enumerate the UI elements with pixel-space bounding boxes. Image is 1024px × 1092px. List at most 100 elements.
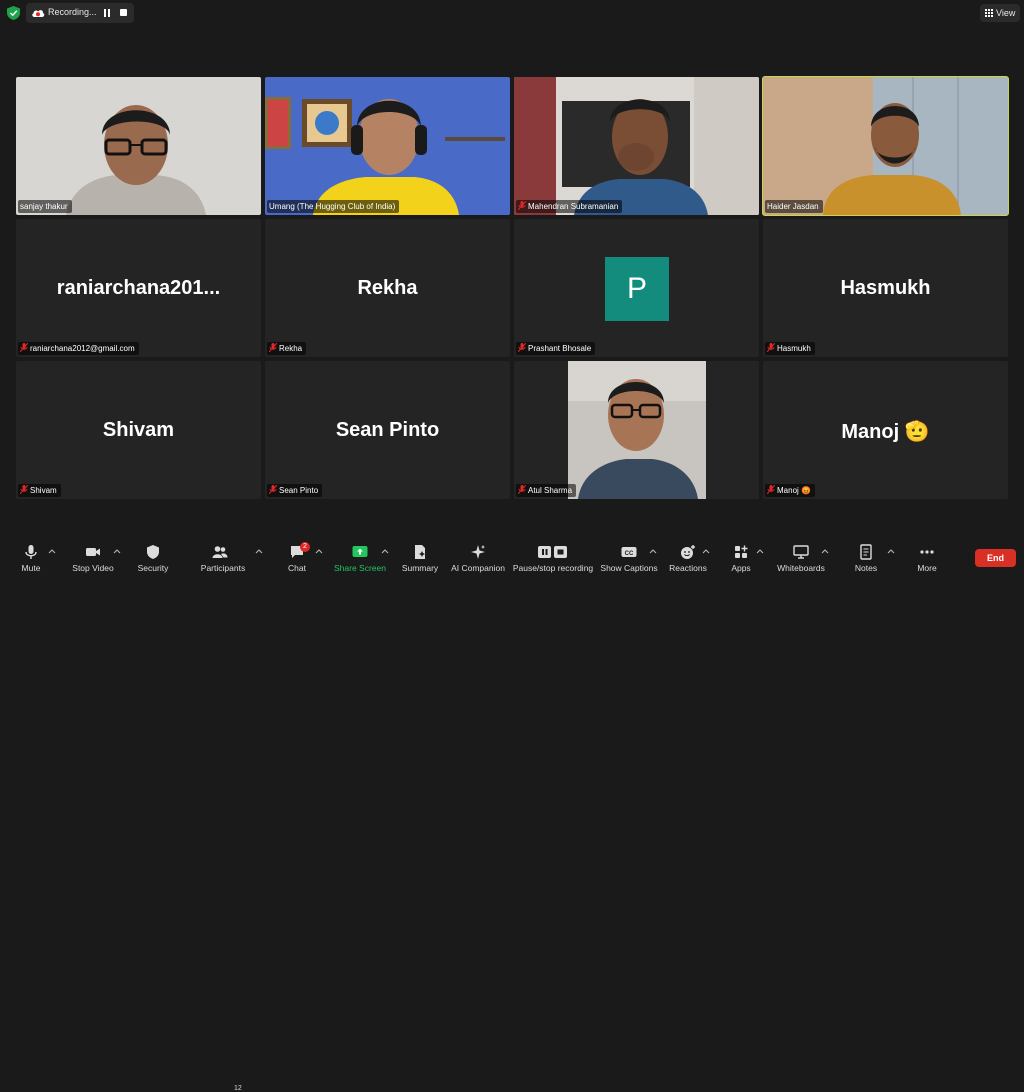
participant-video — [265, 77, 510, 215]
participant-name-tag: Hasmukh — [765, 342, 815, 355]
view-label: View — [996, 8, 1016, 18]
end-meeting-button[interactable]: End — [975, 549, 1016, 567]
top-bar: Recording... View — [0, 0, 1024, 26]
share-screen-icon — [352, 546, 368, 557]
stop-video-button[interactable]: Stop Video — [70, 538, 116, 576]
chevron-up-icon[interactable] — [315, 548, 323, 554]
stop-video-label: Stop Video — [72, 563, 114, 573]
participants-button[interactable]: Participants — [200, 538, 246, 576]
ai-companion-button[interactable]: AI Companion — [450, 538, 506, 576]
mute-label: Mute — [21, 563, 41, 573]
meeting-toolbar: Mute Stop Video Security Participants 12… — [0, 538, 1024, 1092]
chevron-up-icon[interactable] — [887, 548, 895, 554]
apps-button[interactable]: Apps — [724, 538, 758, 576]
participant-name-tag: Mahendran Subramanian — [516, 200, 623, 213]
video-tile-haider-jasdan[interactable]: Haider Jasdan — [762, 76, 1009, 216]
muted-mic-icon — [767, 485, 775, 494]
security-button[interactable]: Security — [134, 538, 172, 576]
participant-video — [763, 77, 1008, 215]
participant-name: Sean Pinto — [279, 486, 319, 495]
chevron-up-icon[interactable] — [381, 548, 389, 554]
summary-document-icon — [415, 545, 425, 559]
whiteboards-button[interactable]: Whiteboards — [774, 538, 828, 576]
apps-label: Apps — [731, 563, 751, 573]
svg-text:CC: CC — [625, 551, 634, 557]
cloud-record-icon — [32, 10, 45, 17]
more-button[interactable]: More — [910, 538, 944, 576]
view-button[interactable]: View — [980, 4, 1020, 22]
participant-name-tag: Haider Jasdan — [765, 200, 823, 213]
tile-hasmukh[interactable]: Hasmukh Hasmukh — [763, 219, 1008, 357]
notes-label: Notes — [854, 563, 878, 573]
participant-name-tag: Rekha — [267, 342, 307, 355]
tile-sean-pinto[interactable]: Sean Pinto Sean Pinto — [265, 361, 510, 499]
muted-mic-icon — [767, 343, 775, 352]
recording-label: Recording... — [48, 7, 97, 17]
muted-mic-icon — [269, 343, 277, 352]
show-captions-button[interactable]: CC Show Captions — [600, 538, 658, 576]
tile-prashant-bhosale[interactable]: P Prashant Bhosale — [514, 219, 759, 357]
recording-indicator[interactable]: Recording... — [26, 3, 134, 23]
muted-mic-icon — [518, 343, 526, 352]
notes-icon — [860, 544, 872, 560]
participant-video — [514, 77, 759, 215]
stop-recording-icon[interactable] — [120, 9, 127, 16]
security-label: Security — [137, 563, 169, 573]
tile-rekha[interactable]: Rekha Rekha — [265, 219, 510, 357]
chevron-up-icon[interactable] — [255, 548, 263, 554]
more-label: More — [917, 563, 937, 573]
participant-name-tag: Manoj 😡 — [765, 484, 815, 497]
reactions-button[interactable]: Reactions — [666, 538, 710, 576]
chevron-up-icon[interactable] — [48, 548, 56, 554]
participant-name: Manoj 😡 — [777, 486, 811, 495]
participant-name: Mahendran Subramanian — [528, 202, 619, 211]
more-dots-icon — [920, 550, 934, 554]
muted-mic-icon — [269, 485, 277, 494]
video-tile-mahendran[interactable]: Mahendran Subramanian — [514, 77, 759, 215]
video-tile-atul-sharma[interactable]: Atul Sharma — [514, 361, 759, 499]
pause-stop-recording-icon — [538, 546, 567, 558]
participants-label: Participants — [200, 563, 246, 573]
summary-button[interactable]: Summary — [400, 538, 440, 576]
pause-recording-icon[interactable] — [103, 9, 111, 17]
show-captions-label: Show Captions — [600, 563, 658, 573]
share-screen-button[interactable]: Share Screen — [334, 538, 386, 576]
smiley-plus-icon — [681, 545, 695, 559]
tile-manoj[interactable]: Manoj 🫡 Manoj 😡 — [763, 361, 1008, 499]
chat-unread-badge: 2 — [300, 542, 310, 552]
whiteboard-icon — [793, 545, 809, 559]
ai-companion-label: AI Companion — [451, 563, 505, 573]
participant-name: Shivam — [30, 486, 57, 495]
muted-mic-icon — [20, 485, 28, 494]
participant-name-tag: Shivam — [18, 484, 61, 497]
muted-mic-icon — [518, 201, 526, 210]
participant-name-tag: Prashant Bhosale — [516, 342, 596, 355]
video-camera-icon — [86, 548, 100, 556]
tile-shivam[interactable]: Shivam Shivam — [16, 361, 261, 499]
participant-name: Hasmukh — [777, 344, 811, 353]
pause-stop-recording-label: Pause/stop recording — [512, 563, 594, 573]
video-tile-sanjay-thakur[interactable]: sanjay thakur — [16, 77, 261, 215]
chevron-up-icon[interactable] — [756, 548, 764, 554]
tile-raniarchana[interactable]: raniarchana201... raniarchana2012@gmail.… — [16, 219, 261, 357]
participant-name-tag: raniarchana2012@gmail.com — [18, 342, 139, 355]
participant-video — [568, 361, 706, 499]
mute-button[interactable]: Mute — [12, 538, 50, 576]
shield-icon[interactable] — [7, 6, 20, 20]
microphone-icon — [25, 545, 37, 559]
chevron-up-icon[interactable] — [702, 548, 710, 554]
notes-button[interactable]: Notes — [848, 538, 884, 576]
chat-label: Chat — [288, 563, 306, 573]
participant-name-tag: Umang (The Hugging Club of India) — [267, 200, 400, 213]
video-tile-umang[interactable]: Umang (The Hugging Club of India) — [265, 77, 510, 215]
grid-view-icon — [985, 9, 993, 17]
chevron-up-icon[interactable] — [649, 548, 657, 554]
chevron-up-icon[interactable] — [113, 548, 121, 554]
muted-mic-icon — [20, 343, 28, 352]
participant-name-tag: Sean Pinto — [267, 484, 323, 497]
participant-display-name: Rekha — [357, 277, 418, 299]
pause-stop-recording-button[interactable]: Pause/stop recording — [512, 538, 594, 576]
participant-video — [16, 77, 261, 215]
participants-count: 12 — [234, 1085, 242, 1092]
chevron-up-icon[interactable] — [821, 548, 829, 554]
